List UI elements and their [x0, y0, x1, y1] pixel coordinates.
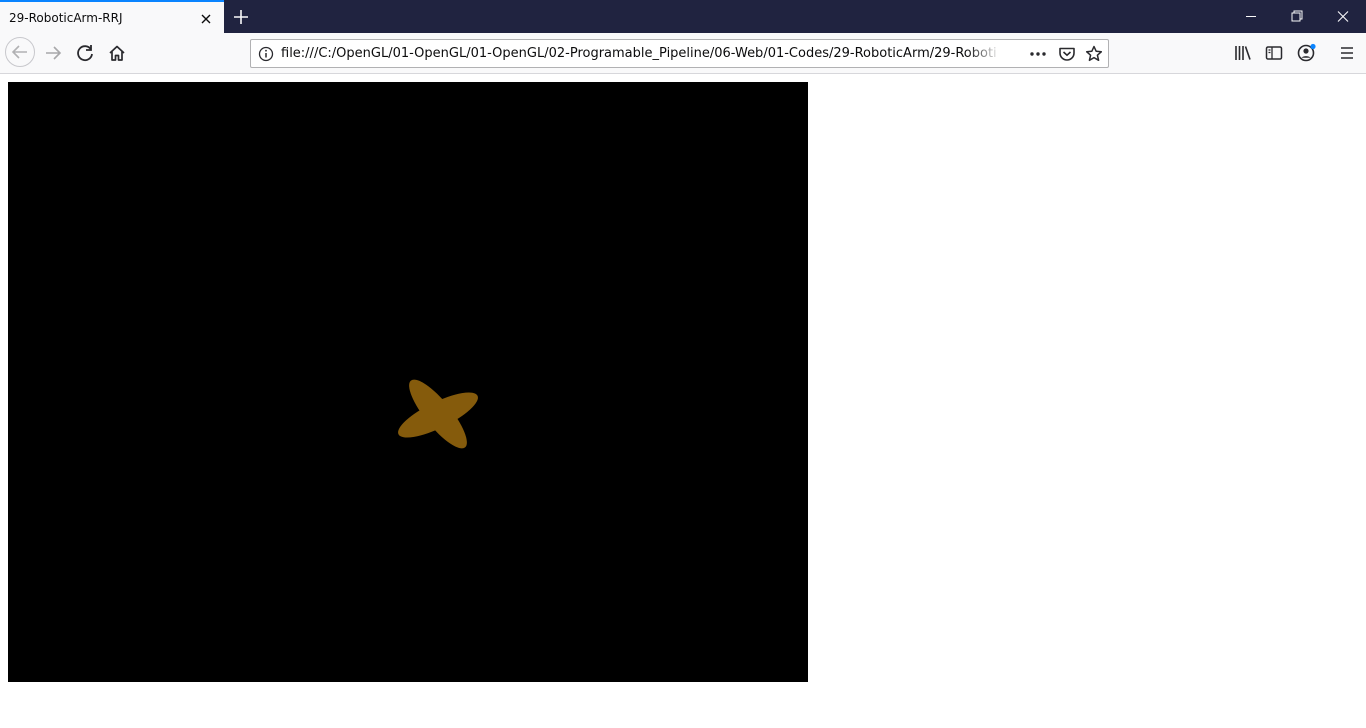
plus-icon[interactable]: [229, 5, 253, 29]
url-fade: [967, 42, 1001, 64]
account-icon[interactable]: [1294, 41, 1318, 65]
restore-icon[interactable]: [1274, 0, 1320, 33]
forward-arrow-icon[interactable]: [39, 39, 67, 67]
active-tab[interactable]: 29-RoboticArm-RRJ: [0, 0, 224, 33]
library-icon[interactable]: [1231, 41, 1255, 65]
url-text[interactable]: file:///C:/OpenGL/01-OpenGL/01-OpenGL/02…: [281, 46, 997, 61]
robotic-arm-scene: [8, 82, 808, 682]
minimize-icon[interactable]: [1228, 0, 1274, 33]
hamburger-menu-icon[interactable]: [1335, 41, 1359, 65]
star-icon[interactable]: [1083, 44, 1105, 64]
home-icon[interactable]: [103, 39, 131, 67]
reload-icon[interactable]: [71, 39, 99, 67]
window-close-icon[interactable]: [1320, 0, 1366, 33]
pocket-icon[interactable]: [1056, 44, 1078, 64]
webgl-canvas[interactable]: [8, 82, 808, 682]
tab-title: 29-RoboticArm-RRJ: [9, 11, 123, 25]
sidebar-icon[interactable]: [1262, 41, 1286, 65]
tab-strip: 29-RoboticArm-RRJ: [0, 0, 1366, 33]
ellipsis-icon[interactable]: [1027, 44, 1049, 64]
close-icon[interactable]: [196, 9, 216, 29]
url-bar[interactable]: file:///C:/OpenGL/01-OpenGL/01-OpenGL/02…: [250, 39, 1109, 68]
scene-background: [8, 82, 808, 682]
navigation-toolbar: file:///C:/OpenGL/01-OpenGL/01-OpenGL/02…: [0, 33, 1366, 74]
back-arrow-icon[interactable]: [5, 37, 35, 67]
info-icon[interactable]: [257, 45, 275, 63]
